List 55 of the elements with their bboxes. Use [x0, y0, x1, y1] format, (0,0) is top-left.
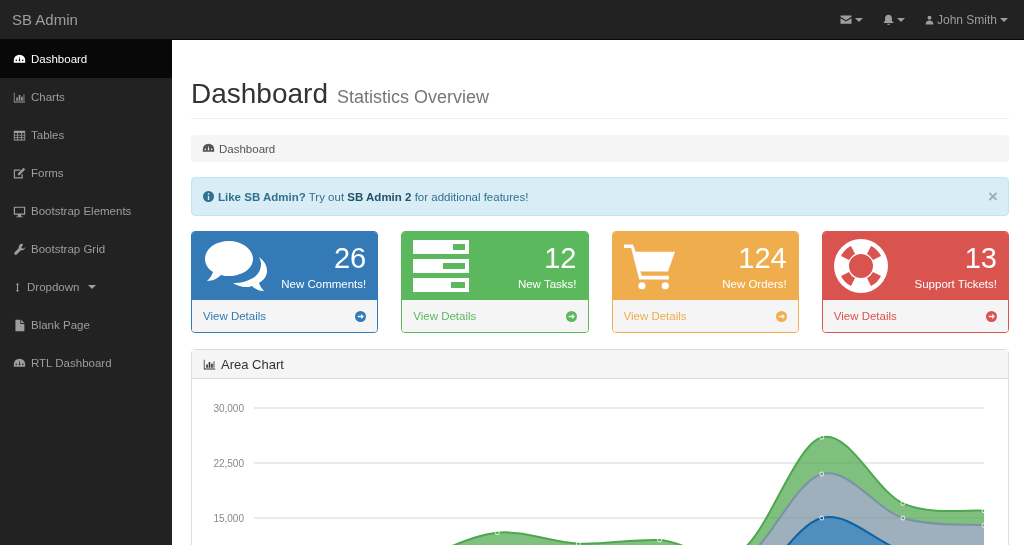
sidebar-item[interactable]: Tables [0, 116, 172, 154]
stat-count: 12 [544, 242, 577, 274]
alert-link[interactable]: SB Admin 2 [347, 190, 412, 203]
caret-icon [88, 285, 97, 289]
stat-label: New Tasks! [517, 278, 577, 290]
y-axis-label: 30,000 [213, 403, 244, 414]
monitor-icon [13, 204, 26, 218]
y-axis-label: 22,500 [213, 458, 244, 469]
dashboard-icon [13, 52, 26, 66]
sidebar-item[interactable]: Charts [0, 78, 172, 116]
breadcrumb-item: Dashboard [219, 142, 276, 155]
dashboard-icon [13, 356, 26, 370]
sidebar-item[interactable]: RTL Dashboard [0, 344, 172, 382]
sidebar-item[interactable]: Dashboard [0, 40, 172, 78]
stat-count: 124 [738, 242, 787, 274]
caret-icon [896, 17, 905, 22]
server-rack-icon [413, 240, 470, 292]
caret-icon [854, 17, 863, 22]
arrow-circle-icon [565, 310, 577, 322]
alert-message: Like SB Admin? Try out SB Admin 2 for additional features! [218, 190, 530, 203]
vertical-arrows-icon [13, 280, 22, 294]
caret-icon [1000, 17, 1008, 22]
page-subtitle: Statistics Overview [337, 87, 490, 108]
bar-chart-icon [13, 90, 26, 104]
chart-title: Area Chart [221, 356, 284, 372]
stat-count: 13 [964, 242, 997, 274]
sidebar-item[interactable]: Blank Page [0, 306, 172, 344]
stat-label: New Comments! [281, 278, 367, 290]
view-details-link[interactable]: View Details [822, 300, 1008, 332]
view-details-link[interactable]: View Details [192, 300, 378, 332]
page-title: Dashboard [191, 78, 328, 110]
stat-label: New Orders! [722, 278, 787, 290]
dashboard-icon [202, 142, 215, 155]
sidebar-item[interactable]: Bootstrap Elements [0, 192, 172, 230]
edit-icon [13, 166, 26, 180]
lifebuoy-icon [833, 239, 888, 293]
info-icon [203, 191, 214, 202]
user-menu[interactable]: John Smith [914, 0, 1018, 39]
stat-label: Support Tickets! [914, 278, 997, 290]
sidebar-item[interactable]: Dropdown [0, 268, 172, 306]
bar-chart-icon [203, 357, 216, 371]
envelope-icon [839, 14, 852, 25]
y-axis-label: 15,000 [213, 513, 244, 524]
table-icon [13, 128, 26, 142]
file-icon [13, 318, 26, 332]
arrow-circle-icon [986, 310, 997, 322]
sidebar-item[interactable]: Bootstrap Grid [0, 230, 172, 268]
sidebar-item[interactable]: Forms [0, 154, 172, 192]
arrow-circle-icon [355, 310, 367, 322]
bell-icon [882, 14, 894, 25]
user-icon [924, 14, 934, 25]
brand-name[interactable]: SB Admin [0, 11, 78, 28]
stat-count: 26 [334, 242, 367, 274]
wrench-icon [13, 242, 26, 256]
arrow-circle-icon [775, 310, 787, 322]
